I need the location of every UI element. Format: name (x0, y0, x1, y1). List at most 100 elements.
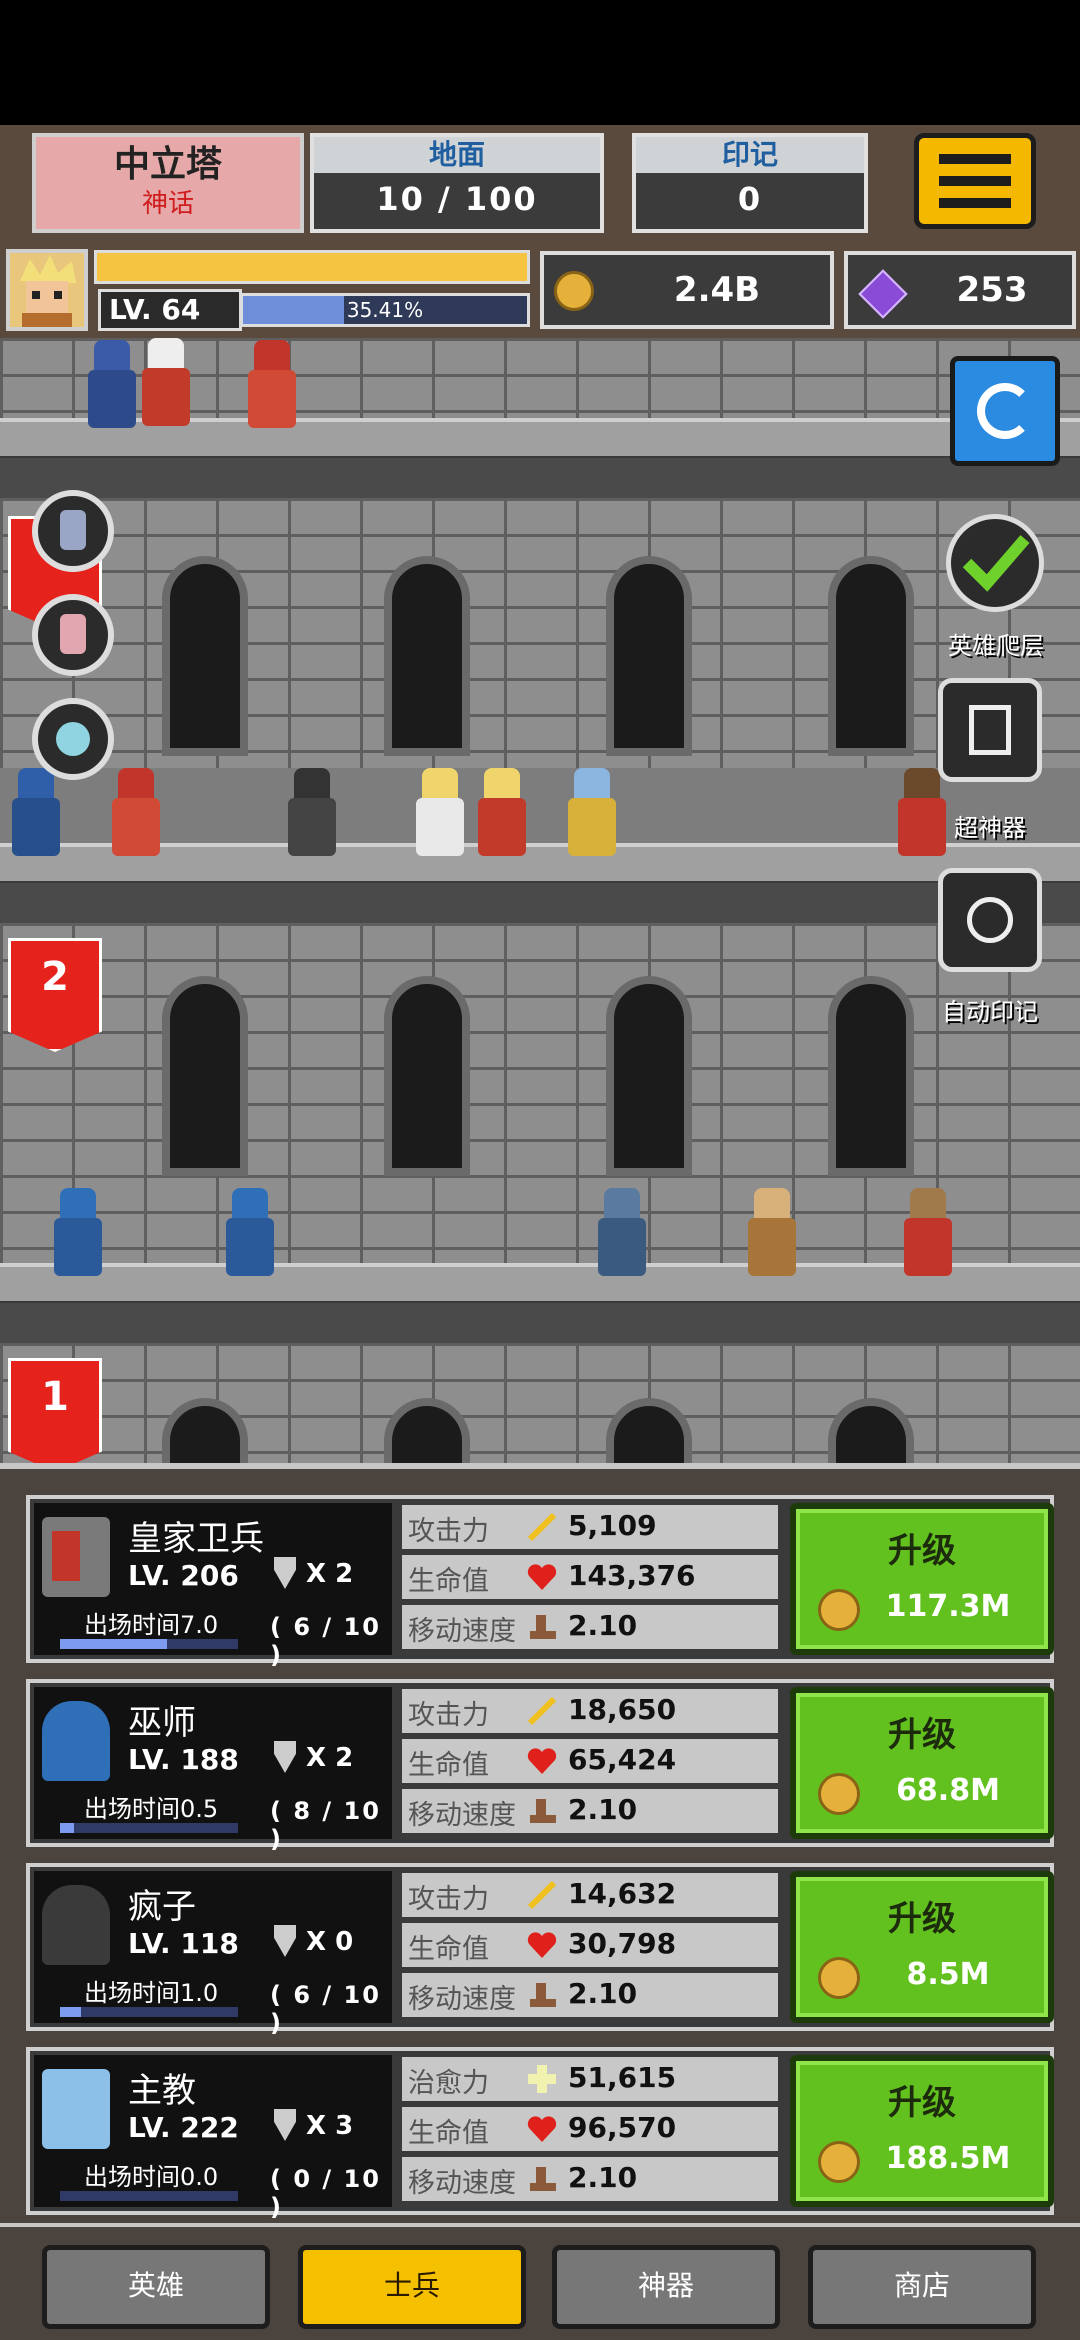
boot-icon (526, 1979, 558, 2011)
stat-value: 96,570 (568, 2111, 677, 2144)
unit-info: 主教 LV. 222 X 3 出场时间0.0 ( 0 / 10 ) (34, 2055, 392, 2221)
potion-skill-button[interactable] (32, 594, 114, 676)
floor-label: 地面 (314, 137, 600, 173)
stat-label: 生命值 (408, 2118, 489, 2149)
heart-icon (526, 1745, 558, 1777)
upgrade-label: 升级 (888, 1715, 956, 1755)
upgrade-button[interactable]: 升级 68.8M (790, 1687, 1054, 1839)
unit-count: ( 0 / 10 ) (270, 2165, 381, 2221)
unit-medal-count: X 2 (306, 1743, 354, 1773)
soldier-sprite (134, 338, 198, 428)
super-artifact-button[interactable] (938, 678, 1042, 782)
unit-medal-count: X 0 (306, 1927, 354, 1957)
upgrade-label: 升级 (888, 1899, 956, 1939)
stat-label: 生命值 (408, 1566, 489, 1597)
auto-mark-button[interactable] (938, 868, 1042, 972)
unit-level: LV. 222 (128, 2111, 239, 2144)
unit-medal-count: X 3 (306, 2111, 354, 2141)
unit-card: 主教 LV. 222 X 3 出场时间0.0 ( 0 / 10 ) 治愈力 51,… (26, 2047, 1054, 2221)
soldier-sprite (46, 1188, 110, 1278)
stat-label: 移动速度 (408, 1616, 516, 1647)
stat-row: 生命值 96,570 (402, 2107, 778, 2151)
stat-row: 移动速度 2.10 (402, 1789, 778, 1833)
gold-coin-icon (818, 1773, 860, 1815)
stat-label: 生命值 (408, 1750, 489, 1781)
unit-name: 巫师 (128, 1703, 196, 1743)
soldier-sprite (4, 768, 68, 858)
unit-card: 皇家卫兵 LV. 206 X 2 出场时间7.0 ( 6 / 10 ) 攻击力 5… (26, 1495, 1054, 1669)
unit-card: 巫师 LV. 188 X 2 出场时间0.5 ( 8 / 10 ) 攻击力 18,… (26, 1679, 1054, 1853)
soldier-sprite (590, 1188, 654, 1278)
hero-climb-button[interactable] (946, 514, 1044, 612)
heart-icon (526, 2113, 558, 2145)
soldier-upgrade-panel: 皇家卫兵 LV. 206 X 2 出场时间7.0 ( 6 / 10 ) 攻击力 5… (0, 1463, 1080, 2229)
upgrade-button[interactable]: 升级 188.5M (790, 2055, 1054, 2207)
stat-label: 生命值 (408, 1934, 489, 1965)
fairy-icon (56, 722, 90, 756)
portal-button[interactable] (950, 356, 1060, 466)
tab-heroes[interactable]: 英雄 (42, 2245, 270, 2329)
soldier-sprite (560, 768, 624, 858)
boot-icon (526, 2163, 558, 2195)
sword-icon (526, 1695, 558, 1727)
unit-level: LV. 206 (128, 1559, 239, 1592)
floor-panel: 地面 10 / 100 (310, 133, 604, 233)
stat-value: 143,376 (568, 1559, 696, 1592)
tab-shop[interactable]: 商店 (808, 2245, 1036, 2329)
potion-skill-button[interactable] (32, 490, 114, 572)
soldier-sprite (280, 768, 344, 858)
unit-info: 巫师 LV. 188 X 2 出场时间0.5 ( 8 / 10 ) (34, 1687, 392, 1853)
upgrade-button[interactable]: 升级 8.5M (790, 1871, 1054, 2023)
tower-difficulty: 神话 (141, 189, 194, 219)
tower-name-panel[interactable]: 中立塔 神话 (32, 133, 304, 233)
bishop-icon (42, 2069, 110, 2149)
unit-info: 皇家卫兵 LV. 206 X 2 出场时间7.0 ( 6 / 10 ) (34, 1503, 392, 1669)
stat-value: 30,798 (568, 1927, 677, 1960)
spawn-progress-bar (60, 1639, 238, 1649)
unit-name: 疯子 (128, 1887, 196, 1927)
sword-icon (526, 1879, 558, 1911)
player-avatar[interactable] (6, 249, 88, 331)
stat-label: 移动速度 (408, 2168, 516, 2199)
medal-icon (274, 1557, 296, 1589)
soldier-sprite (740, 1188, 804, 1278)
boot-icon (526, 1795, 558, 1827)
floor-banner: 2 (8, 938, 102, 1052)
menu-button[interactable] (914, 133, 1036, 229)
stat-row: 移动速度 2.10 (402, 2157, 778, 2201)
spawn-progress-bar (60, 2191, 238, 2201)
window-arch (384, 556, 470, 756)
fairy-skill-button[interactable] (32, 698, 114, 780)
wall-band (0, 458, 1080, 498)
wizard-icon (42, 1701, 110, 1781)
stat-value: 2.10 (568, 2161, 638, 2194)
mark-value: 0 (737, 180, 763, 218)
stat-value: 5,109 (568, 1509, 657, 1542)
unit-count: ( 8 / 10 ) (270, 1797, 381, 1853)
madman-icon (42, 1885, 110, 1965)
player-level: LV. 64 (98, 289, 242, 331)
gold-amount: 2.4B (673, 270, 761, 310)
unit-level: LV. 118 (128, 1927, 239, 1960)
floor-banner-number: 2 (41, 954, 69, 1000)
mark-panel: 印记 0 (632, 133, 868, 233)
unit-count: ( 6 / 10 ) (270, 1981, 381, 2037)
soldier-sprite (470, 768, 534, 858)
gem-icon (858, 269, 908, 319)
potion-icon (60, 614, 86, 654)
window-arch (606, 976, 692, 1176)
upgrade-label: 升级 (888, 2083, 956, 2123)
unit-medal-count: X 2 (306, 1559, 354, 1589)
stat-row: 生命值 143,376 (402, 1555, 778, 1599)
level-progress-bar: 35.41% (240, 293, 530, 327)
medal-icon (274, 1925, 296, 1957)
upgrade-price: 117.3M (885, 1589, 1011, 1624)
tab-soldiers[interactable]: 士兵 (298, 2245, 526, 2329)
upgrade-button[interactable]: 升级 117.3M (790, 1503, 1054, 1655)
artifact-icon (969, 705, 1011, 755)
checkmark-icon (962, 535, 1030, 592)
tab-artifacts[interactable]: 神器 (552, 2245, 780, 2329)
upgrade-price: 8.5M (906, 1957, 990, 1992)
heal-cross-icon (526, 2063, 558, 2095)
stat-label: 治愈力 (408, 2068, 489, 2099)
